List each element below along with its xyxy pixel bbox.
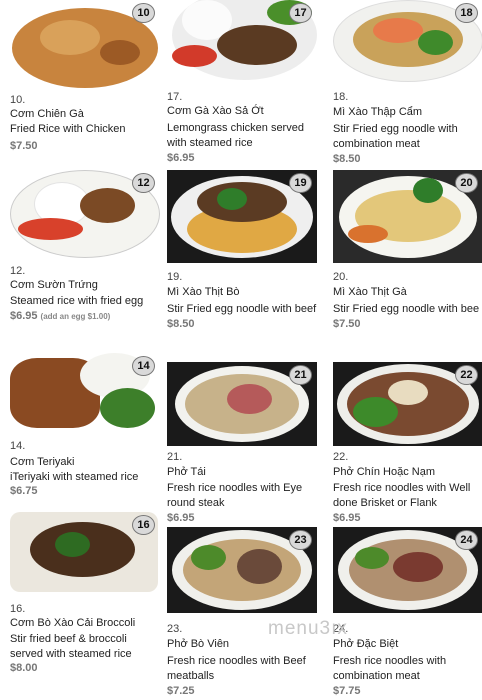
item-description: Fresh rice noodles with Beef meatballs: [167, 655, 306, 682]
item-price: $8.00: [10, 662, 38, 674]
item-number-badge: 21: [289, 365, 312, 385]
dish-photo: 21: [167, 362, 317, 446]
item-description: Stir Fried egg noodle with beef: [333, 303, 479, 315]
item-price: $8.50: [167, 318, 195, 330]
item-number: 18.: [333, 91, 349, 103]
item-description: Stir fried beef & broccoli served with s…: [10, 633, 132, 660]
item-price: $6.95 (add an egg $1.00): [10, 310, 111, 322]
item-vietnamese-name: Mì Xào Thịt Gà: [333, 286, 407, 298]
item-description: Stir Fried egg noodle with beef: [167, 303, 317, 315]
item-vietnamese-name: Phở Bò Viên: [167, 638, 230, 650]
item-vietnamese-name: Cơm Chiên Gà: [10, 108, 84, 120]
item-number: 19.: [167, 271, 183, 283]
dish-photo: 19: [167, 170, 317, 263]
item-price: $7.50: [333, 318, 361, 330]
watermark: menu3ıx: [268, 618, 348, 639]
item-number: 10.: [10, 94, 26, 106]
item-number-badge: 10: [132, 3, 155, 23]
item-vietnamese-name: Mì Xào Thập Cẩm: [333, 106, 423, 118]
item-number-badge: 24: [455, 530, 478, 550]
item-description: Fried Rice with Chicken: [10, 123, 126, 135]
item-description: Fresh rice noodles with Well done Briske…: [333, 482, 471, 509]
dish-photo: 14: [10, 353, 160, 433]
item-number-badge: 20: [455, 173, 478, 193]
dish-photo: 17: [167, 0, 317, 84]
dish-photo: 22: [333, 362, 482, 446]
item-price: $7.50: [10, 140, 38, 152]
item-description: Fresh rice noodles with combination meat: [333, 655, 447, 682]
dish-photo: 23: [167, 527, 317, 613]
item-vietnamese-name: Phở Tái: [167, 466, 206, 478]
item-number: 14.: [10, 440, 26, 452]
item-vietnamese-name: Cơm Bò Xào Cải Broccoli: [10, 617, 136, 629]
dish-photo: 12: [10, 170, 160, 260]
item-description: Fresh rice noodles with Eye round steak: [167, 482, 303, 509]
dish-photo: 16: [10, 512, 160, 594]
item-number: 12.: [10, 265, 26, 277]
item-number-badge: 12: [132, 173, 155, 193]
item-number-badge: 14: [132, 356, 155, 376]
dish-photo: 20: [333, 170, 482, 263]
item-price: $6.95: [167, 152, 195, 164]
item-number-badge: 22: [455, 365, 478, 385]
item-number-badge: 16: [132, 515, 155, 535]
item-number-badge: 18: [455, 3, 478, 23]
dish-photo: 10: [10, 0, 160, 88]
item-number: 16.: [10, 603, 26, 615]
item-price: $8.50: [333, 153, 361, 165]
item-price: $6.95: [167, 512, 195, 524]
item-number-badge: 19: [289, 173, 312, 193]
dish-photo: 24: [333, 527, 482, 613]
item-number: 17.: [167, 91, 183, 103]
dish-photo: 18: [333, 0, 482, 84]
item-number: 20.: [333, 271, 349, 283]
item-description: Steamed rice with fried egg: [10, 295, 144, 307]
item-price: $7.25: [167, 685, 195, 697]
item-price-note: (add an egg $1.00): [40, 312, 111, 321]
item-vietnamese-name: Cơm Gà Xào Sả Ớt: [167, 105, 264, 117]
item-number: 22.: [333, 451, 349, 463]
item-number: 21.: [167, 451, 183, 463]
item-vietnamese-name: Phở Chín Hoặc Nạm: [333, 466, 435, 478]
item-number: 23.: [167, 623, 183, 635]
item-vietnamese-name: Mì Xào Thịt Bò: [167, 286, 240, 298]
item-vietnamese-name: Cơm Sườn Trứng: [10, 279, 98, 291]
item-price: $7.75: [333, 685, 361, 697]
item-price: $6.95: [333, 512, 361, 524]
item-number-badge: 17: [289, 3, 312, 23]
item-number-badge: 23: [289, 530, 312, 550]
item-description: iTeriyaki with steamed rice: [10, 471, 139, 483]
item-description: Lemongrass chicken served with steamed r…: [167, 122, 304, 149]
item-price: $6.75: [10, 485, 38, 497]
item-vietnamese-name: Cơm Teriyaki: [10, 456, 75, 468]
item-description: Stir Fried egg noodle with combination m…: [333, 123, 458, 150]
